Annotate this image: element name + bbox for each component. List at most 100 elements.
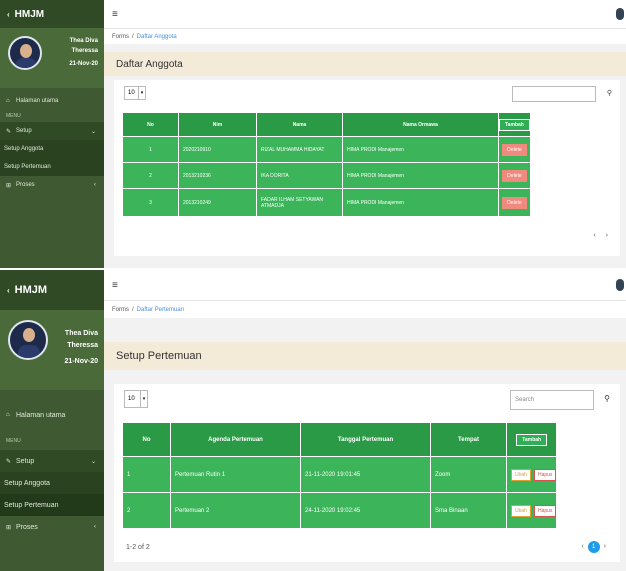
col-agenda: Agenda Pertemuan bbox=[170, 422, 301, 457]
nav-home[interactable]: ⌂ Halaman utama bbox=[0, 404, 104, 426]
nav-home[interactable]: ⌂ Halaman utama bbox=[0, 92, 104, 110]
brand[interactable]: ‹ HMJM bbox=[0, 270, 104, 310]
cell-action: Ubah Hapus bbox=[505, 492, 558, 529]
nav-proses[interactable]: ⊞ Proses ‹ bbox=[0, 176, 104, 194]
cell-nama: RIZAL MUHAMMA HIDAYAT bbox=[256, 136, 343, 163]
page-next-button[interactable]: › bbox=[606, 232, 608, 239]
delete-button[interactable]: Hapus bbox=[533, 468, 557, 481]
home-icon: ⌂ bbox=[6, 98, 10, 104]
cell-agenda: Pertemuan 2 bbox=[170, 492, 301, 529]
add-button[interactable]: Tambah bbox=[516, 433, 548, 446]
chevron-down-icon: ▾ bbox=[138, 87, 145, 99]
page-title: Setup Pertemuan bbox=[104, 342, 626, 370]
cell-tanggal: 21-11-2020 19:01:45 bbox=[300, 456, 431, 493]
page-title: Daftar Anggota bbox=[104, 52, 626, 76]
breadcrumb-page[interactable]: Daftar Pertemuan bbox=[137, 307, 184, 313]
chevron-left-icon: ‹ bbox=[7, 9, 10, 19]
search-icon[interactable]: ⚲ bbox=[604, 394, 610, 403]
col-no: No bbox=[122, 422, 171, 457]
search-icon[interactable]: ⚲ bbox=[607, 89, 612, 97]
cell-nim: 2013210236 bbox=[178, 162, 257, 189]
cell-nim: 2020210910 bbox=[178, 136, 257, 163]
brand-title: HMJM bbox=[14, 284, 48, 296]
nav-setup[interactable]: ✎ Setup ⌄ bbox=[0, 122, 104, 140]
nav-setup-anggota[interactable]: Setup Anggota bbox=[0, 140, 104, 158]
col-nim: Nim bbox=[178, 112, 257, 137]
col-action: Tambah bbox=[505, 422, 558, 457]
chevron-down-icon: ⌄ bbox=[90, 458, 96, 465]
nav-home-label: Halaman utama bbox=[16, 411, 66, 419]
table-card: 10 ▾ ⚲ No Nim Nama Nama Ormawa Tambah 1 … bbox=[114, 80, 620, 256]
avatar bbox=[8, 36, 42, 70]
add-button[interactable]: Tambah bbox=[499, 118, 530, 131]
pagination: ‹ 1 › bbox=[581, 541, 606, 553]
breadcrumb-root[interactable]: Forms bbox=[112, 34, 129, 40]
nav-setup-anggota-label: Setup Anggota bbox=[4, 146, 44, 152]
breadcrumb: Forms / Daftar Pertemuan bbox=[104, 300, 626, 318]
chevron-down-icon: ⌄ bbox=[90, 128, 96, 135]
screenshot-daftar-anggota: ‹ HMJM Thea Diva Theressa 21-Nov-20 ⌂ Hala… bbox=[0, 0, 626, 268]
nav-setup-pertemuan-label: Setup Pertemuan bbox=[4, 164, 51, 170]
nav-proses-label: Proses bbox=[16, 182, 35, 188]
cell-tanggal: 24-11-2020 19:02:45 bbox=[300, 492, 431, 529]
nav-setup-pertemuan[interactable]: Setup Pertemuan bbox=[0, 494, 104, 516]
cell-agenda: Pertemuan Rutin 1 bbox=[170, 456, 301, 493]
notification-icon[interactable] bbox=[616, 8, 624, 20]
nav-setup-pertemuan[interactable]: Setup Pertemuan bbox=[0, 158, 104, 176]
edit-button[interactable]: Ubah bbox=[511, 504, 531, 517]
edit-button[interactable]: Ubah bbox=[511, 468, 531, 481]
page-size-select[interactable]: 10 ▾ bbox=[124, 86, 146, 100]
table-row: 2 Pertemuan 2 24-11-2020 19:02:45 Sma Bi… bbox=[122, 492, 558, 529]
nav-setup-anggota[interactable]: Setup Anggota bbox=[0, 472, 104, 494]
col-action: Tambah bbox=[498, 112, 531, 137]
nav-proses[interactable]: ⊞ Proses ‹ bbox=[0, 516, 104, 538]
user-panel: Thea Diva Theressa 21-Nov-20 bbox=[0, 28, 104, 88]
table-card: 10 ▾ Search ⚲ No Agenda Pertemuan Tanggal… bbox=[114, 384, 620, 562]
table-row: 2 2013210236 IKA DORITA HIMA PRODI Manaj… bbox=[122, 162, 531, 189]
cell-ormawa: HIMA PRODI Manajemen bbox=[342, 162, 499, 189]
search-input[interactable] bbox=[512, 86, 596, 102]
nav-home-label: Halaman utama bbox=[16, 98, 59, 104]
user-first-name: Thea Diva bbox=[64, 330, 98, 337]
process-icon: ⊞ bbox=[6, 524, 12, 531]
page-prev-button[interactable]: ‹ bbox=[593, 232, 595, 239]
col-nama: Nama bbox=[256, 112, 343, 137]
search-placeholder: Search bbox=[515, 397, 535, 403]
cell-no: 1 bbox=[122, 456, 171, 493]
page-next-button[interactable]: › bbox=[604, 543, 606, 550]
hamburger-icon[interactable]: ≡ bbox=[112, 280, 118, 291]
page-1-button[interactable]: 1 bbox=[587, 541, 600, 553]
sidebar: ‹ HMJM Thea Diva Theressa 21-Nov-20 ⌂ Hala… bbox=[0, 0, 104, 268]
col-no: No bbox=[122, 112, 179, 137]
user-first-name: Thea Diva bbox=[69, 38, 98, 44]
page-size-value: 10 bbox=[128, 396, 135, 402]
cell-nim: 2013210249 bbox=[178, 188, 257, 217]
breadcrumb-root[interactable]: Forms bbox=[112, 307, 129, 313]
brand[interactable]: ‹ HMJM bbox=[0, 0, 104, 28]
cell-no: 3 bbox=[122, 188, 179, 217]
nav-setup[interactable]: ✎ Setup ⌄ bbox=[0, 450, 104, 472]
cell-action: Delete bbox=[498, 188, 531, 217]
delete-button[interactable]: Delete bbox=[502, 196, 527, 209]
brand-title: HMJM bbox=[14, 8, 45, 20]
breadcrumb-page[interactable]: Daftar Anggota bbox=[137, 34, 177, 40]
search-input[interactable]: Search bbox=[510, 390, 594, 410]
hamburger-icon[interactable]: ≡ bbox=[112, 9, 118, 20]
delete-button[interactable]: Delete bbox=[502, 143, 527, 156]
notification-icon[interactable] bbox=[616, 279, 624, 291]
delete-button[interactable]: Hapus bbox=[533, 504, 557, 517]
col-tanggal: Tanggal Pertemuan bbox=[300, 422, 431, 457]
cell-ormawa: HIMA PRODI Manajemen bbox=[342, 136, 499, 163]
screenshot-setup-pertemuan: ‹ HMJM Thea Diva Theressa 21-Nov-20 ⌂ Hala… bbox=[0, 270, 626, 571]
cell-action: Ubah Hapus bbox=[505, 456, 558, 493]
page-prev-button[interactable]: ‹ bbox=[581, 543, 583, 550]
menu-label: MENU bbox=[6, 438, 21, 444]
page-size-select[interactable]: 10 ▾ bbox=[124, 390, 148, 408]
avatar bbox=[8, 320, 48, 360]
table-info: 1-2 of 2 bbox=[126, 544, 150, 551]
chevron-left-icon: ‹ bbox=[94, 182, 96, 188]
home-icon: ⌂ bbox=[6, 412, 10, 418]
cell-nama: FADAR ILHAM SETYAWAN ATMADJA bbox=[256, 188, 343, 217]
main-content: ≡ Forms / Daftar Pertemuan Setup Pertemuan… bbox=[104, 270, 626, 571]
delete-button[interactable]: Delete bbox=[502, 169, 527, 182]
